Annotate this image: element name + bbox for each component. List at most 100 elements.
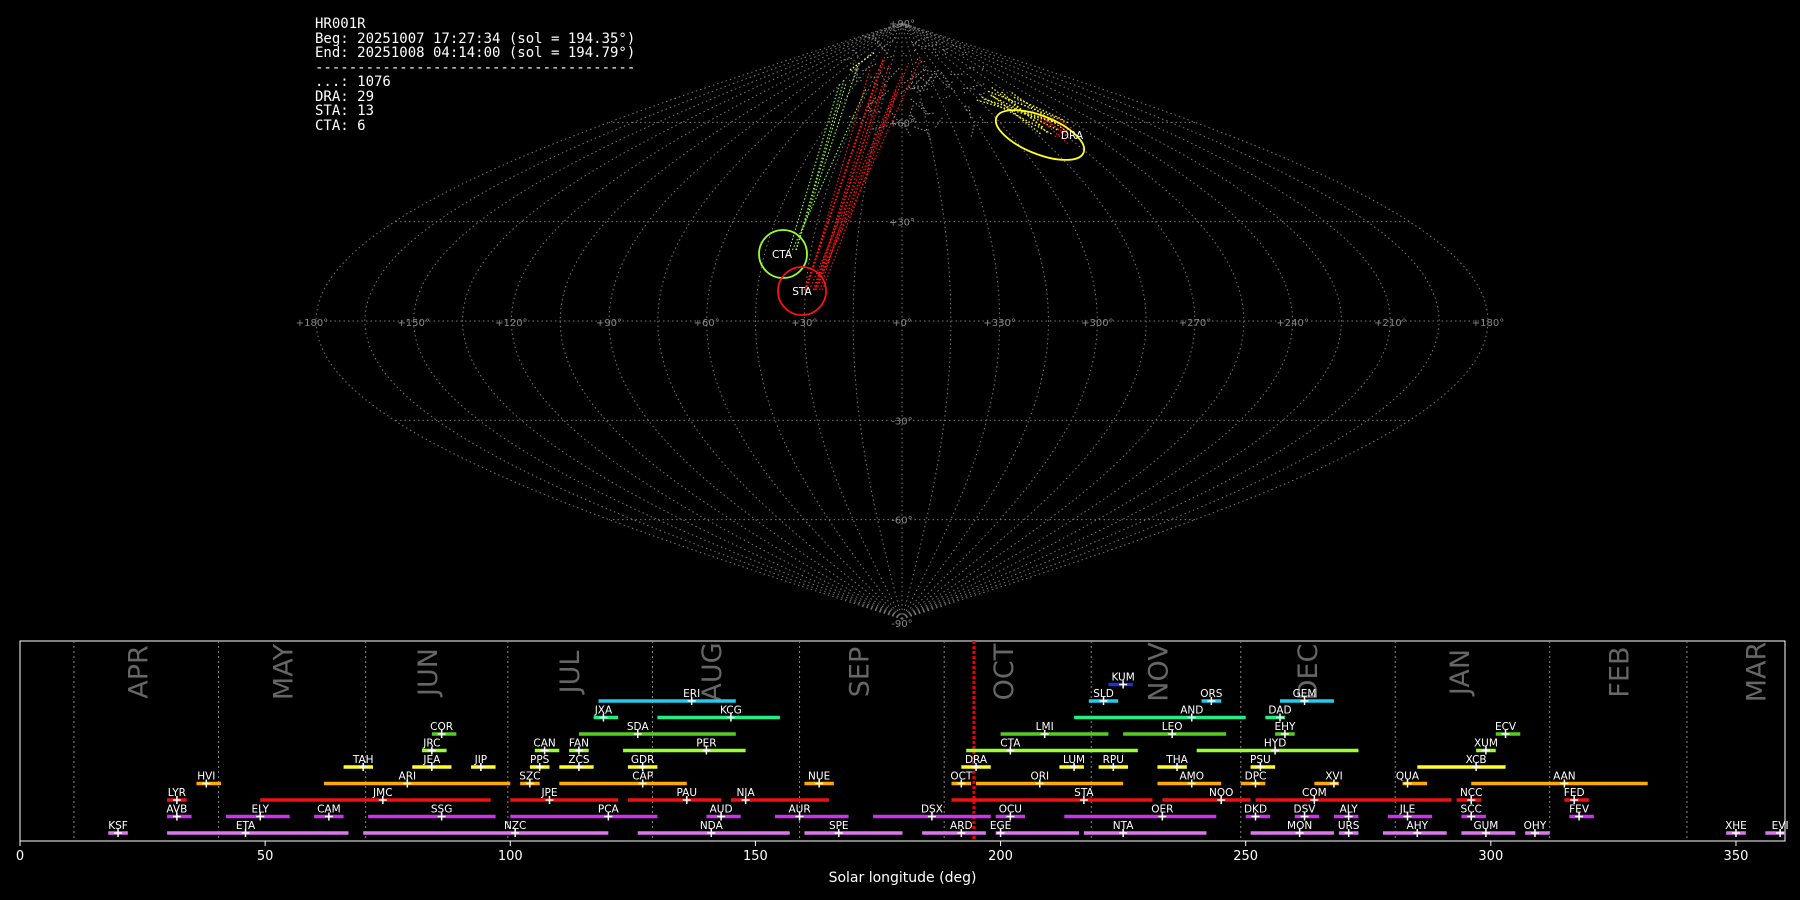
shower-label: ARD xyxy=(950,820,973,832)
meteor-trail xyxy=(913,85,926,89)
shower-label: URS xyxy=(1338,820,1360,832)
month-label: JUL xyxy=(555,651,586,696)
shower-szc: SZC xyxy=(519,771,540,788)
shower-label: KCG xyxy=(720,705,742,717)
info-line: HR001R xyxy=(315,16,366,32)
shower-label: EVI xyxy=(1772,820,1789,832)
x-axis-label: Solar longitude (deg) xyxy=(829,870,977,886)
meteor-trail xyxy=(795,79,845,251)
meteor-trail xyxy=(915,66,927,78)
longitude-label: +180° xyxy=(296,318,328,329)
meteor-trail xyxy=(963,90,966,94)
info-line: -------------------------------------- xyxy=(315,59,636,76)
shower-label: STA xyxy=(1074,787,1094,799)
shower-fan: FAN xyxy=(569,738,589,755)
shower-label: MON xyxy=(1287,820,1312,832)
meteor-trail xyxy=(979,92,985,96)
shower-ocu: OCU xyxy=(995,804,1026,821)
shower-label: XCB xyxy=(1466,754,1487,766)
info-line: ...: 1076 xyxy=(315,74,391,90)
meteor-trail xyxy=(943,49,947,56)
x-tick-label: 350 xyxy=(1724,849,1749,864)
shower-label: SSG xyxy=(431,804,452,816)
latitude-label: +90° xyxy=(889,19,915,30)
shower-urs: URS xyxy=(1338,820,1360,837)
meteor-trail xyxy=(808,72,904,291)
x-tick-label: 100 xyxy=(498,849,523,864)
shower-label: JMC xyxy=(372,787,393,799)
meteor-trail xyxy=(795,82,847,251)
shower-gdr: GDR xyxy=(627,754,658,771)
meteor-trail xyxy=(925,112,936,115)
shower-label: FAN xyxy=(569,738,589,750)
meteor-trail xyxy=(919,76,933,87)
shower-rpu: RPU xyxy=(1098,754,1129,771)
shower-label: JXA xyxy=(594,705,613,717)
shower-xum: XUM xyxy=(1474,738,1498,755)
x-tick-label: 0 xyxy=(16,849,24,864)
shower-label: LUM xyxy=(1063,754,1085,766)
month-label: JAN xyxy=(1445,649,1476,697)
latitude-label: -60° xyxy=(891,516,912,527)
shower-label: AVB xyxy=(166,804,187,816)
shower-ksf: KSF xyxy=(108,820,128,837)
meteor-trail xyxy=(886,55,895,58)
meteor-trail xyxy=(970,124,975,139)
info-line: STA: 13 xyxy=(315,103,375,119)
shower-label: HYD xyxy=(1264,738,1286,750)
shower-label: ELY xyxy=(251,804,269,816)
radiant-label: STA xyxy=(792,286,812,298)
shower-label: JLE xyxy=(1399,804,1416,816)
meteor-trail xyxy=(979,116,988,126)
shower-label: KSF xyxy=(108,820,128,832)
shower-ehy: EHY xyxy=(1274,721,1296,738)
latitude-label: +60° xyxy=(889,118,915,129)
shower-label: DRA xyxy=(965,754,988,766)
shower-label: XVI xyxy=(1325,771,1342,783)
month-label: MAY xyxy=(268,643,299,700)
meteor-trail xyxy=(919,76,933,92)
shower-label: PCA xyxy=(598,804,620,816)
shower-label: LYR xyxy=(168,787,186,799)
meteor-trail xyxy=(872,34,885,50)
shower-label: ECV xyxy=(1495,721,1517,733)
x-tick-label: 300 xyxy=(1478,849,1503,864)
meteor-trail xyxy=(852,61,857,65)
meteor-trail xyxy=(942,81,956,92)
shower-label: HVI xyxy=(197,771,215,783)
longitude-label: +300° xyxy=(1081,318,1113,329)
shower-label: LMI xyxy=(1036,721,1054,733)
shower-label: KUM xyxy=(1111,672,1134,684)
shower-ohy: OHY xyxy=(1524,820,1550,837)
meteor-trail xyxy=(924,43,937,47)
month-label: APR xyxy=(124,645,155,699)
meteor-trail xyxy=(932,48,940,59)
meteor-trail xyxy=(965,105,967,112)
shower-label: EGE xyxy=(990,820,1011,832)
shower-label: SLD xyxy=(1093,688,1114,700)
shower-cor: COR xyxy=(430,721,457,738)
shower-label: XHE xyxy=(1725,820,1747,832)
longitude-label: +90° xyxy=(596,318,622,329)
x-tick-label: 50 xyxy=(257,849,274,864)
shower-label: PPS xyxy=(530,754,550,766)
meteor-trail xyxy=(962,87,976,90)
shower-label: JEA xyxy=(422,754,441,766)
shower-label: ALY xyxy=(1340,804,1359,816)
info-line: End: 20251008 04:14:00 (sol = 194.79°) xyxy=(315,45,636,61)
shower-label: NCC xyxy=(1460,787,1483,799)
shower-label: AMO xyxy=(1180,771,1205,783)
shower-ors: ORS xyxy=(1200,688,1223,705)
meteor-trail xyxy=(861,63,877,72)
shower-ncc: NCC xyxy=(1456,787,1483,804)
meteor-trail xyxy=(814,86,879,291)
shower-kum: KUM xyxy=(1108,672,1135,689)
month-label: MAR xyxy=(1742,642,1773,703)
shower-label: SZC xyxy=(519,771,540,783)
shower-label: GEM xyxy=(1293,688,1317,700)
info-line: CTA: 6 xyxy=(315,117,366,134)
meteor-trail xyxy=(848,77,851,82)
shower-label: COM xyxy=(1302,787,1327,799)
shower-label: ORI xyxy=(1030,771,1049,783)
meteor-trail xyxy=(942,48,948,51)
